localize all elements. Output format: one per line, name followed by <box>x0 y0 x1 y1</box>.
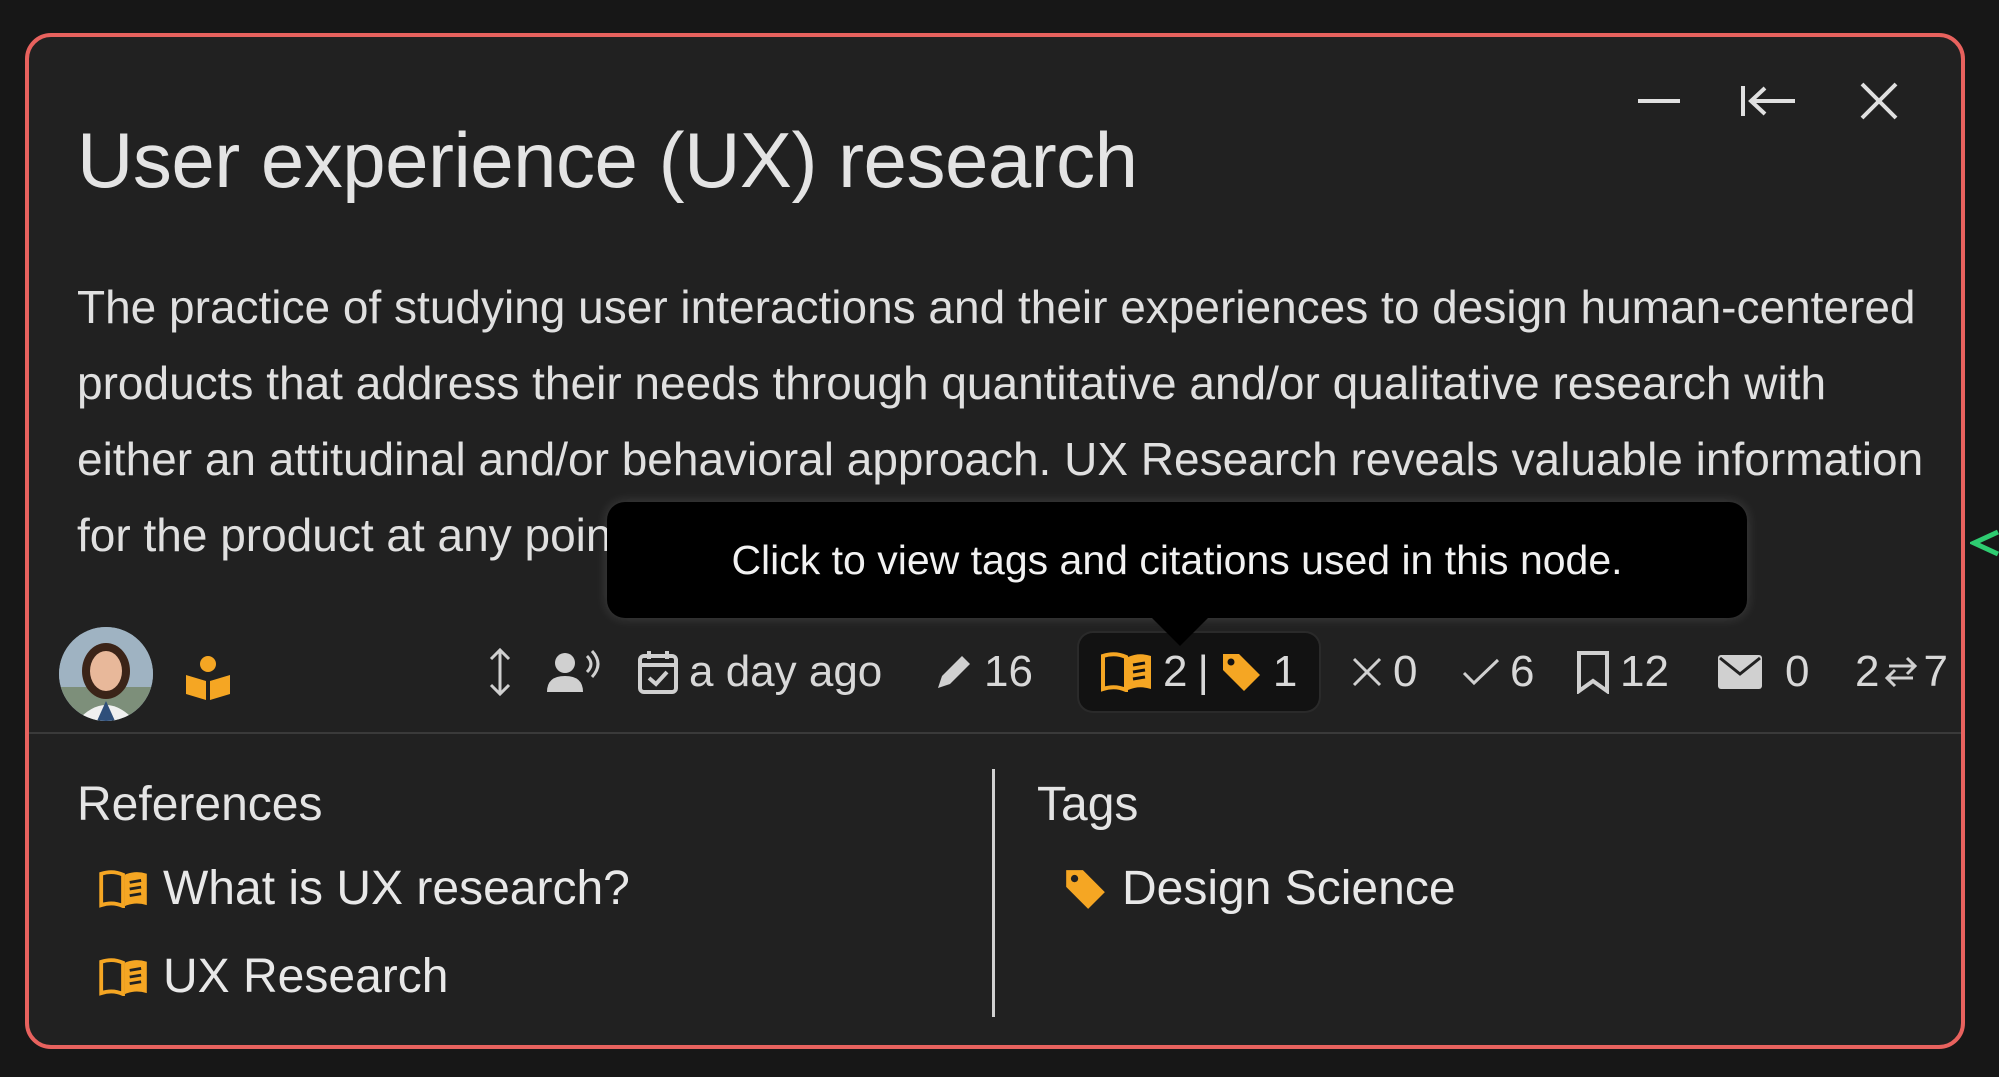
tag-label: Design Science <box>1122 862 1456 915</box>
edits-count[interactable]: 16 <box>934 633 1033 711</box>
close-icon <box>1860 82 1898 120</box>
collapse-left-icon <box>1741 86 1795 116</box>
minimize-icon <box>1638 99 1680 103</box>
tooltip-text: Click to view tags and citations used in… <box>731 536 1623 583</box>
narrate-button[interactable] <box>547 633 603 711</box>
tooltip-arrow <box>1150 616 1210 646</box>
avatar-image <box>59 627 153 721</box>
references-count: 2 <box>1163 647 1188 696</box>
panel-divider <box>992 769 995 1017</box>
references-title: References <box>77 778 323 831</box>
window-controls <box>1627 69 1911 133</box>
reference-label: UX Research <box>163 950 449 1003</box>
links-out-count: 7 <box>1923 647 1948 696</box>
wrong-vote-button[interactable]: 0 <box>1351 633 1417 711</box>
messages-button[interactable]: 0 <box>1717 633 1809 711</box>
node-title[interactable]: User experience (UX) research <box>77 115 1138 206</box>
reference-item[interactable]: What is UX research? <box>99 861 630 916</box>
bookmarks-count: 12 <box>1620 647 1669 696</box>
edits-value: 16 <box>984 647 1033 696</box>
collapse-left-button[interactable] <box>1737 69 1801 133</box>
book-open-icon <box>1101 652 1151 692</box>
correct-vote-button[interactable]: 6 <box>1462 633 1534 711</box>
pencil-icon <box>938 656 970 688</box>
tooltip: Click to view tags and citations used in… <box>607 502 1747 618</box>
calendar-check-icon <box>638 651 678 694</box>
tag-icon <box>1222 654 1260 691</box>
tags-count: 1 <box>1272 647 1298 696</box>
bookmark-button[interactable]: 12 <box>1576 633 1669 711</box>
book-open-icon <box>99 957 147 996</box>
vertical-arrows-icon <box>489 647 511 697</box>
minimize-button[interactable] <box>1627 69 1691 133</box>
messages-count: 0 <box>1785 647 1810 696</box>
tags-title: Tags <box>1037 778 1139 831</box>
avatar[interactable] <box>59 627 153 721</box>
book-open-icon <box>99 869 147 908</box>
voice-speaker-icon <box>547 650 600 692</box>
reference-label: What is UX research? <box>163 862 630 915</box>
footer-divider <box>29 732 1961 734</box>
last-updated: a day ago <box>637 633 882 711</box>
links-in-count: 2 <box>1855 647 1880 696</box>
wrong-votes-count: 0 <box>1393 647 1418 696</box>
x-mark-icon <box>1352 657 1382 687</box>
bookmark-icon <box>1577 651 1609 694</box>
node-footer: a day ago 16 2 | 1 0 6 12 0 2 7 <box>29 621 1961 733</box>
last-updated-text: a day ago <box>689 647 883 696</box>
swap-arrows-icon <box>1885 656 1918 688</box>
tag-icon <box>1066 869 1105 909</box>
count-separator: | <box>1197 647 1209 696</box>
tag-item[interactable]: Design Science <box>1062 861 1456 916</box>
reference-item[interactable]: UX Research <box>99 949 448 1004</box>
link-arrow-icon <box>1970 529 1999 557</box>
correct-votes-count: 6 <box>1510 647 1535 696</box>
expand-toggle-button[interactable] <box>487 633 513 711</box>
checkmark-icon <box>1462 658 1500 686</box>
close-button[interactable] <box>1847 69 1911 133</box>
book-reader-icon[interactable] <box>184 655 232 701</box>
envelope-icon <box>1718 655 1762 689</box>
links-button[interactable]: 2 7 <box>1855 633 1948 711</box>
